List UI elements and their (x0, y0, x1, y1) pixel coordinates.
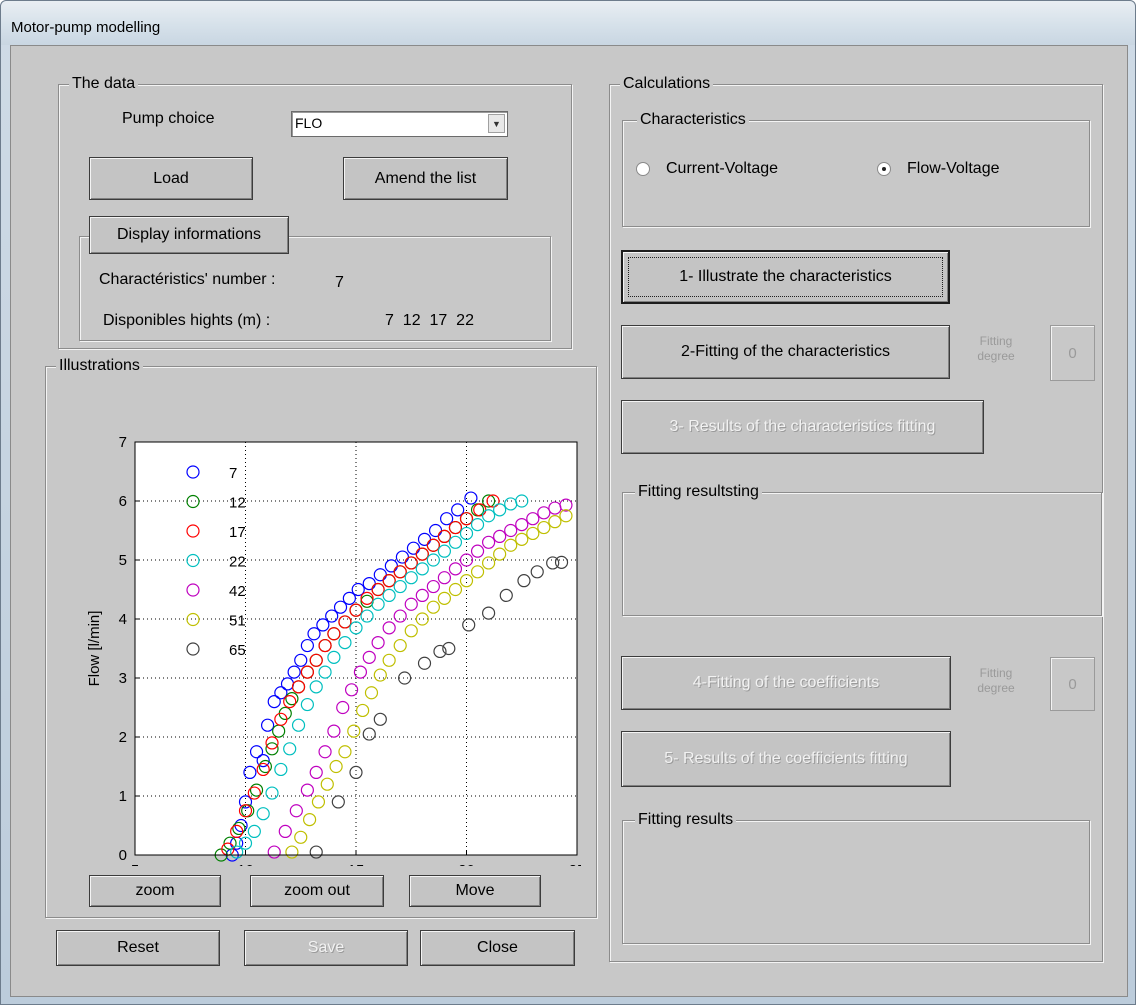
pump-choice-value: FLO (295, 115, 323, 131)
fitting-resultsting-panel: Fitting resultsting (622, 482, 1102, 616)
amend-list-button[interactable]: Amend the list (343, 157, 508, 200)
fitting-degree-label-1: Fitting degree (966, 334, 1026, 364)
x-tick-label: 10 (237, 862, 254, 866)
current-voltage-radio[interactable]: Current-Voltage (636, 160, 778, 178)
radio-circle-checked[interactable] (877, 162, 891, 176)
char-number-label: Charactéristics' number : (99, 271, 276, 288)
title-bar[interactable]: Motor-pump modelling (1, 1, 1135, 45)
y-tick-label: 6 (119, 493, 127, 510)
plot-area (135, 442, 577, 855)
load-button[interactable]: Load (89, 157, 253, 200)
pump-choice-label: Pump choice (122, 110, 215, 127)
client-area: The data Pump choice FLO ▼ Load Amend th… (10, 45, 1128, 997)
results-characteristics-button[interactable]: 3- Results of the characteristics fittin… (621, 400, 984, 454)
y-tick-label: 0 (119, 847, 127, 864)
legend-label: 17 (229, 524, 246, 541)
heights-label: Disponibles hights (m) : (103, 312, 271, 329)
fitting-label-line-2: degree (977, 681, 1015, 695)
current-voltage-label: Current-Voltage (666, 160, 779, 177)
zoom-button[interactable]: zoom (89, 875, 221, 907)
legend-label: 22 (229, 554, 246, 571)
characteristics-title: Characteristics (637, 110, 749, 130)
results-coefficients-button[interactable]: 5- Results of the coefficients fitting (621, 731, 951, 787)
fitting-resultsting-title: Fitting resultsting (635, 482, 762, 502)
display-informations-button[interactable]: Display informations (89, 216, 289, 254)
flow-voltage-radio[interactable]: Flow-Voltage (877, 160, 1000, 178)
flow-voltage-chart[interactable]: 510152025012345677121722425165Voltage [V… (71, 426, 581, 866)
legend-label: 65 (229, 642, 246, 659)
save-button[interactable]: Save (244, 930, 408, 966)
fitting-label-line-1: Fitting (979, 334, 1013, 348)
app-window: Motor-pump modelling The data Pump choic… (0, 0, 1136, 1005)
calculations-title: Calculations (620, 74, 714, 94)
window-title: Motor-pump modelling (11, 19, 161, 36)
fitting-results-panel: Fitting results (622, 810, 1090, 944)
focus-ring (628, 257, 943, 297)
chevron-down-icon[interactable]: ▼ (488, 114, 505, 133)
char-number-value: 7 (335, 274, 344, 291)
fitting-label-line-1: Fitting (979, 666, 1013, 680)
legend-label: 51 (229, 613, 246, 630)
pump-choice-select[interactable]: FLO ▼ (291, 111, 508, 137)
fitting-degree-label-2: Fitting degree (966, 666, 1026, 696)
illustrate-characteristics-button[interactable]: 1- Illustrate the characteristics (621, 250, 950, 304)
y-tick-label: 2 (119, 729, 127, 746)
fitting-label-line-2: degree (977, 349, 1015, 363)
x-tick-label: 15 (348, 862, 365, 866)
y-tick-label: 3 (119, 670, 127, 687)
y-tick-label: 5 (119, 552, 127, 569)
flow-voltage-label: Flow-Voltage (907, 160, 1000, 177)
close-button[interactable]: Close (420, 930, 575, 966)
y-tick-label: 1 (119, 788, 127, 805)
legend-label: 7 (229, 465, 237, 482)
reset-button[interactable]: Reset (56, 930, 220, 966)
legend-label: 42 (229, 583, 246, 600)
fitting-coefficients-button[interactable]: 4-Fitting of the coefficients (621, 656, 951, 710)
x-tick-label: 5 (131, 862, 139, 866)
legend-label: 12 (229, 495, 246, 512)
fitting-degree-input-1[interactable]: 0 (1050, 325, 1095, 381)
fitting-degree-input-2[interactable]: 0 (1050, 657, 1095, 711)
x-tick-label: 20 (458, 862, 475, 866)
y-axis-label: Flow [l/min] (86, 611, 103, 687)
illustrations-title: Illustrations (56, 356, 143, 376)
radio-circle[interactable] (636, 162, 650, 176)
x-tick-label: 25 (569, 862, 581, 866)
data-panel-title: The data (69, 74, 139, 94)
y-tick-label: 7 (119, 434, 127, 451)
heights-value: 7 12 17 22 (385, 312, 474, 329)
fitting-results-title: Fitting results (635, 810, 737, 830)
move-button[interactable]: Move (409, 875, 541, 907)
fitting-characteristics-button[interactable]: 2-Fitting of the characteristics (621, 325, 950, 379)
zoom-out-button[interactable]: zoom out (250, 875, 384, 907)
y-tick-label: 4 (119, 611, 127, 628)
